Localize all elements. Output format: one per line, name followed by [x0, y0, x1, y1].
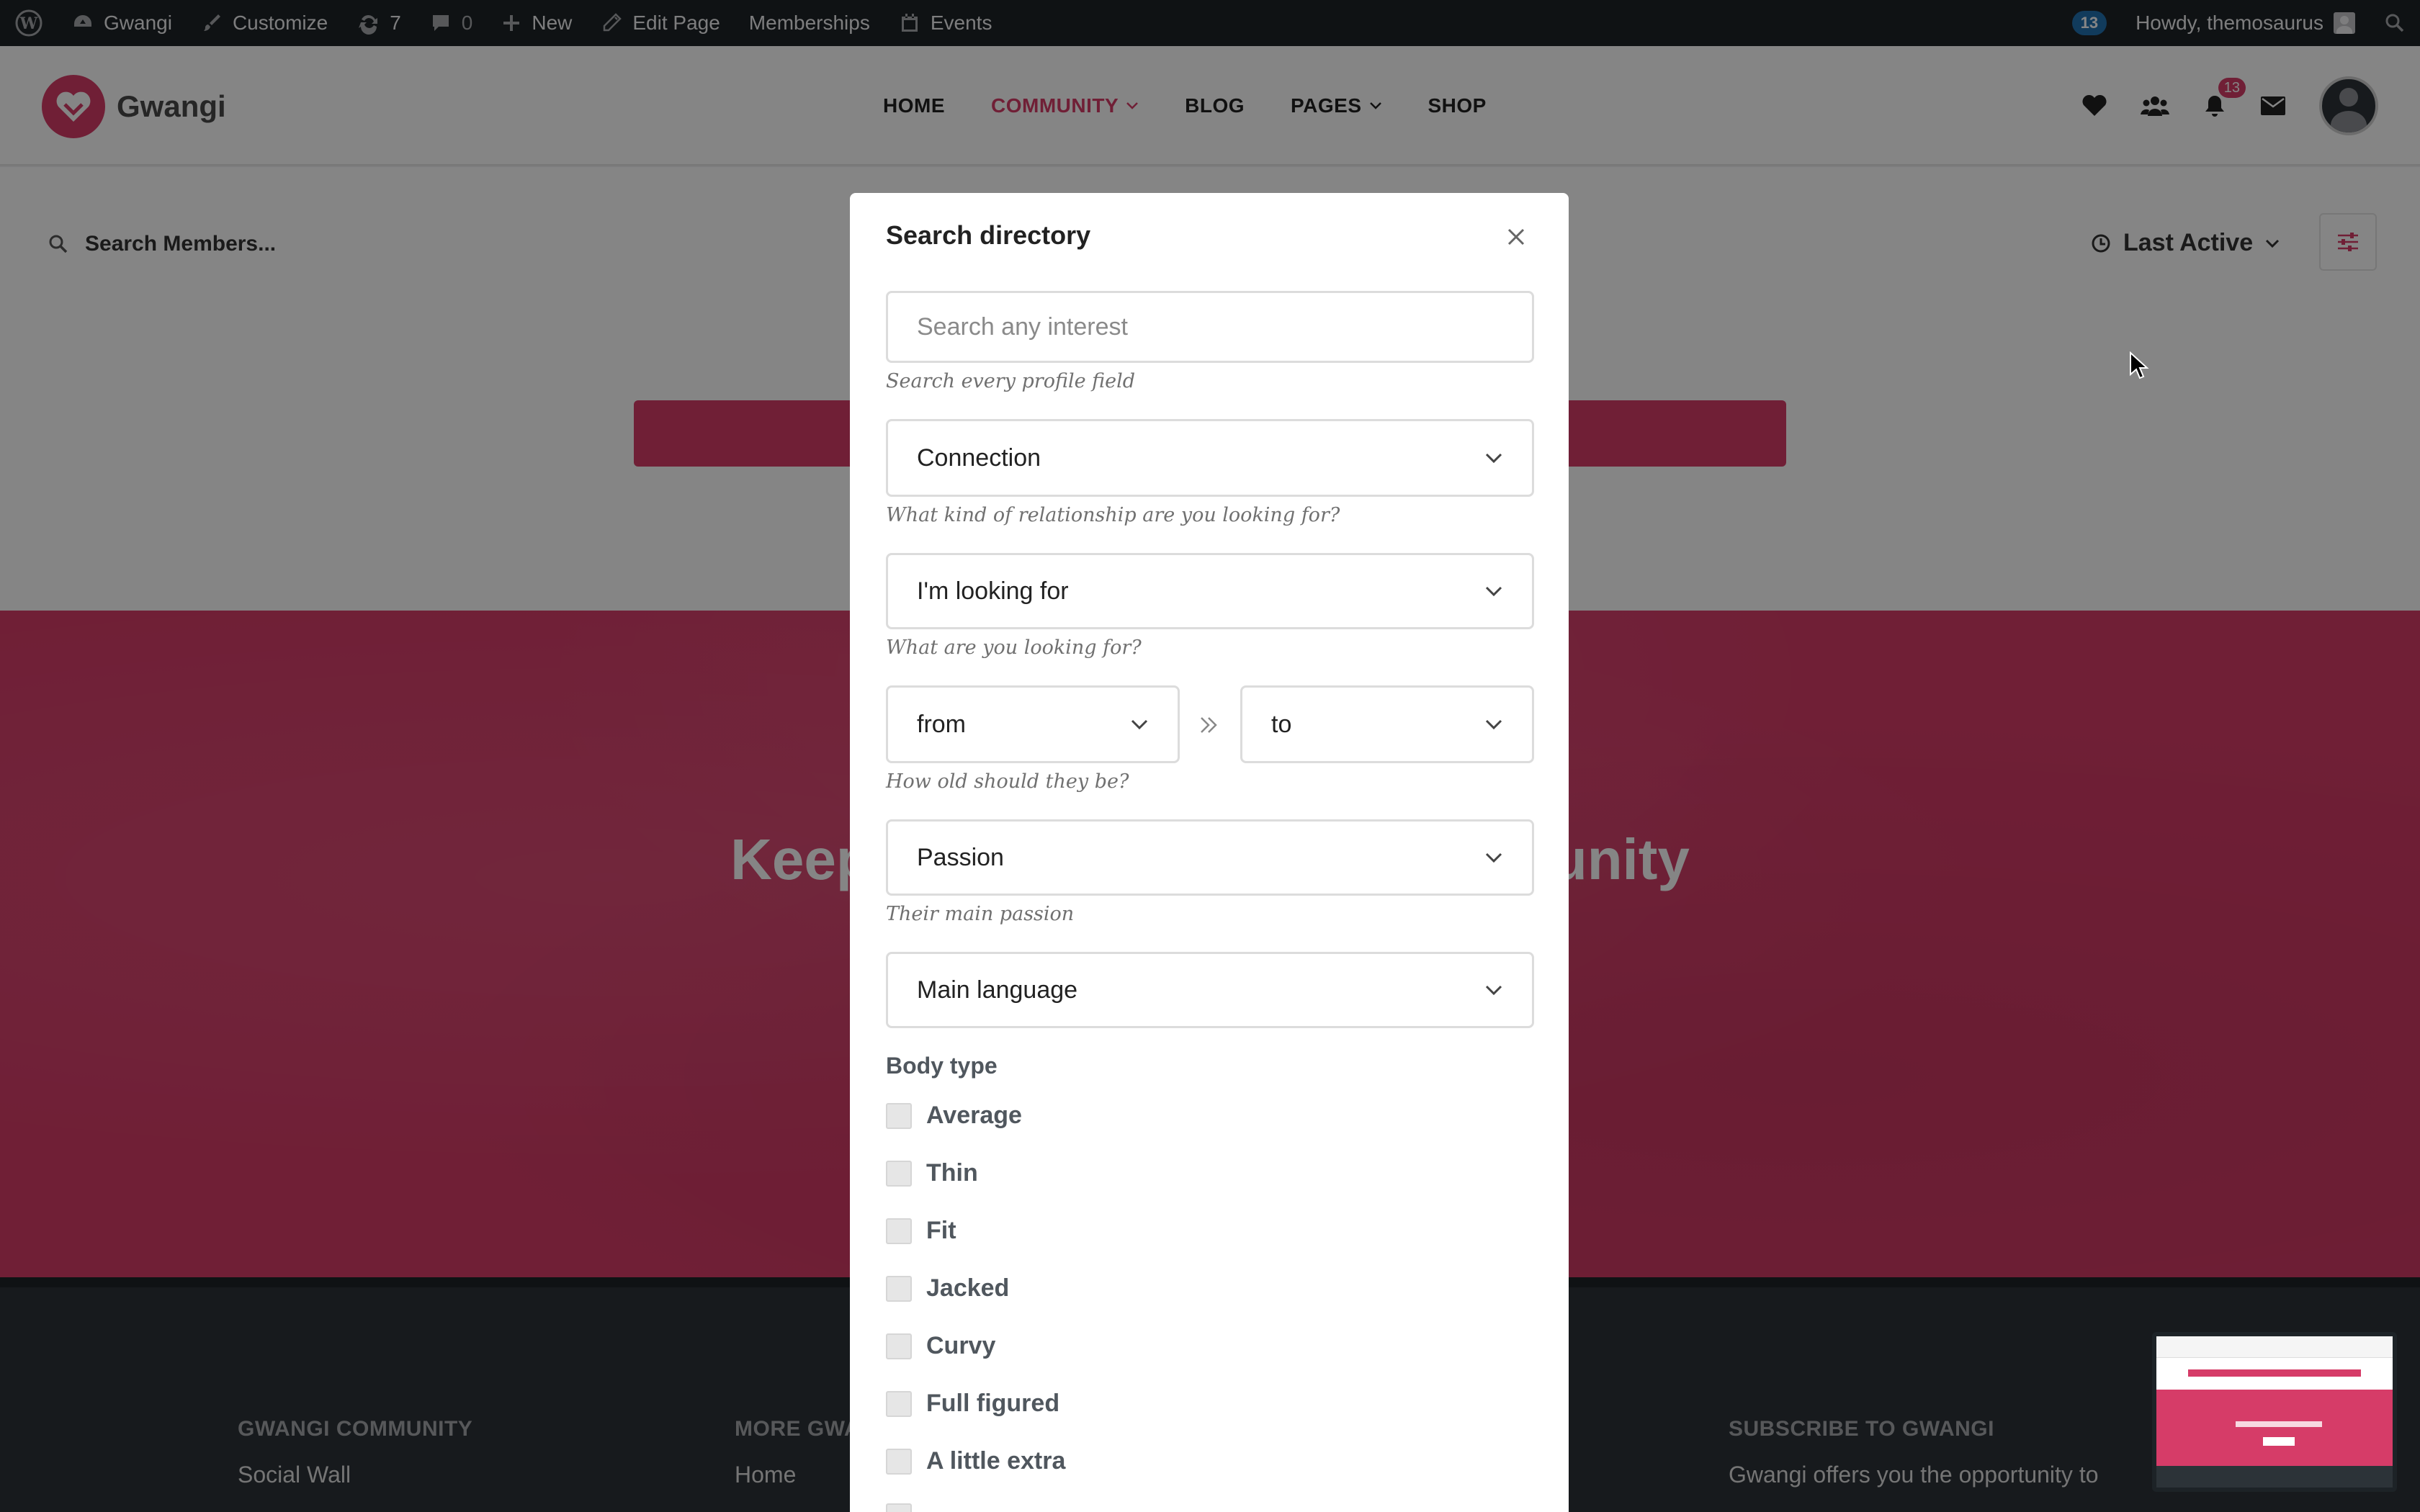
checkbox-label: Jacked: [926, 1274, 1010, 1302]
interest-search-input[interactable]: Search any interest: [886, 291, 1534, 363]
passion-hint: Their main passion: [886, 903, 1075, 925]
chevron-down-icon: [1485, 453, 1502, 464]
search-directory-modal: Search directory Search any interest Sea…: [850, 193, 1569, 1512]
checkbox[interactable]: [886, 1102, 912, 1129]
thumb-bar: [2188, 1369, 2361, 1377]
checkbox-label: Fit: [926, 1217, 956, 1244]
thumb-footer: [2156, 1466, 2393, 1488]
thumb-button: [2263, 1437, 2295, 1446]
age-hint: How old should they be?: [886, 770, 1129, 793]
chevron-down-icon: [1485, 719, 1502, 730]
body-type-full-figured[interactable]: Full figured: [886, 1390, 1059, 1418]
chevron-down-icon: [1131, 719, 1148, 730]
screenshot-preview-thumbnail[interactable]: [2152, 1332, 2397, 1492]
looking-for-value: I'm looking for: [917, 577, 1069, 605]
mouse-cursor-icon: [2130, 351, 2149, 379]
age-from-select[interactable]: from: [886, 685, 1180, 763]
interest-placeholder: Search any interest: [917, 312, 1128, 341]
checkbox[interactable]: [886, 1448, 912, 1475]
body-type-curvy[interactable]: Curvy: [886, 1332, 995, 1360]
passion-select[interactable]: Passion: [886, 819, 1534, 896]
body-type-next-partial[interactable]: [886, 1503, 912, 1512]
chevron-down-icon: [1485, 586, 1502, 597]
double-chevron-right-icon: [1201, 717, 1217, 733]
connection-hint: What kind of relationship are you lookin…: [886, 504, 1340, 526]
checkbox-label: Thin: [926, 1159, 978, 1187]
passion-value: Passion: [917, 843, 1004, 871]
main-language-select[interactable]: Main language: [886, 952, 1534, 1028]
age-to-select[interactable]: to: [1240, 685, 1534, 763]
chevron-down-icon: [1485, 852, 1502, 863]
close-icon[interactable]: [1498, 219, 1534, 255]
looking-for-hint: What are you looking for?: [886, 636, 1142, 659]
connection-value: Connection: [917, 444, 1041, 472]
checkbox-label: A little extra: [926, 1447, 1066, 1475]
checkbox[interactable]: [886, 1160, 912, 1187]
interest-hint: Search every profile field: [886, 370, 1136, 392]
chevron-down-icon: [1485, 985, 1502, 996]
body-type-title: Body type: [886, 1053, 998, 1079]
checkbox[interactable]: [886, 1218, 912, 1244]
body-type-jacked[interactable]: Jacked: [886, 1274, 1009, 1302]
looking-for-select[interactable]: I'm looking for: [886, 553, 1534, 629]
connection-select[interactable]: Connection: [886, 419, 1534, 497]
thumb-header: [2156, 1336, 2393, 1358]
checkbox-label: Average: [926, 1102, 1022, 1129]
age-to-value: to: [1271, 710, 1292, 738]
checkbox-label: Full figured: [926, 1390, 1060, 1417]
checkbox[interactable]: [886, 1503, 912, 1512]
age-from-value: from: [917, 710, 966, 738]
body-type-thin[interactable]: Thin: [886, 1159, 978, 1187]
checkbox-label: Curvy: [926, 1332, 996, 1359]
checkbox[interactable]: [886, 1275, 912, 1302]
modal-title: Search directory: [886, 220, 1091, 250]
checkbox[interactable]: [886, 1390, 912, 1417]
thumb-text: [2236, 1421, 2322, 1427]
main-language-value: Main language: [917, 976, 1078, 1004]
body-type-average[interactable]: Average: [886, 1102, 1022, 1130]
body-type-a-little-extra[interactable]: A little extra: [886, 1447, 1065, 1475]
body-type-fit[interactable]: Fit: [886, 1217, 956, 1245]
checkbox[interactable]: [886, 1333, 912, 1359]
